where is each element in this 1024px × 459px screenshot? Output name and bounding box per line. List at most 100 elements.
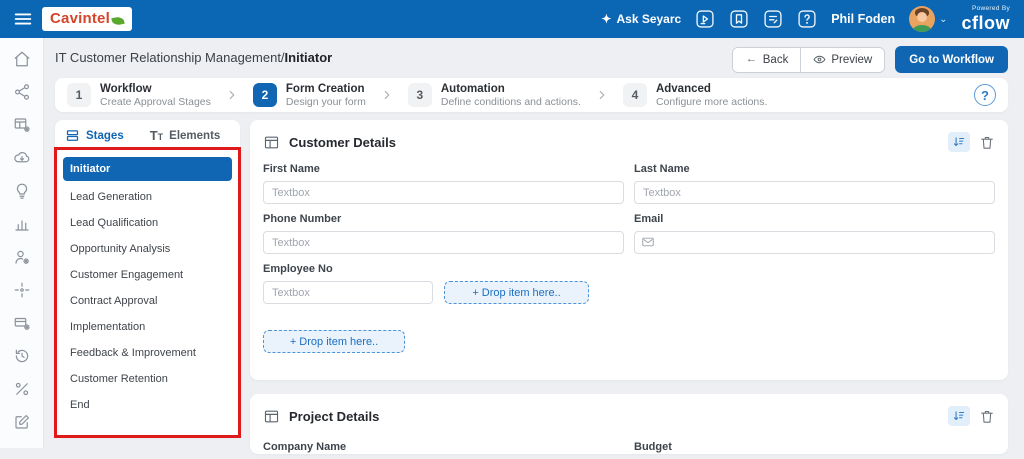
stages-icon — [66, 130, 79, 141]
video-tutorial-icon[interactable] — [695, 9, 715, 29]
step-3-title: Automation — [440, 82, 505, 95]
employee-no-label: Employee No — [263, 263, 333, 275]
user-menu[interactable]: ⌄ — [909, 6, 947, 32]
stage-item-initiator[interactable]: Initiator — [63, 157, 232, 181]
project-details-card: Project Details Company Name Budget — [250, 394, 1008, 454]
stepper-help-button[interactable]: ? — [974, 84, 996, 106]
chevron-right-icon — [599, 90, 605, 100]
step-1-subtitle: Create Approval Stages — [100, 95, 211, 108]
sort-icon — [953, 137, 965, 147]
stage-item-lead-generation[interactable]: Lead Generation — [63, 184, 232, 210]
section-window-icon — [264, 136, 279, 148]
back-label: Back — [762, 53, 789, 66]
delete-section-button[interactable] — [979, 134, 995, 151]
history-icon[interactable] — [13, 347, 31, 365]
step-advanced[interactable]: 4 Advanced Configure more actions. — [622, 82, 768, 109]
share-network-icon[interactable] — [13, 83, 31, 101]
step-automation[interactable]: 3 Automation Define conditions and actio… — [407, 82, 581, 109]
percent-icon[interactable] — [13, 380, 31, 398]
chevron-right-icon — [229, 90, 235, 100]
employee-no-input[interactable] — [263, 281, 433, 304]
avatar — [909, 6, 936, 32]
tab-elements[interactable]: TT Elements — [150, 128, 221, 143]
step-4-subtitle: Configure more actions. — [655, 95, 768, 108]
step-2-title: Form Creation — [285, 82, 365, 95]
analytics-chart-icon[interactable] — [13, 215, 31, 233]
delete-section-button[interactable] — [979, 408, 995, 425]
hamburger-menu-icon[interactable] — [12, 8, 34, 30]
brand-name: Cavintel — [50, 10, 110, 27]
sparkle-icon: ✦ — [601, 12, 612, 26]
home-icon[interactable] — [13, 50, 31, 68]
go-to-workflow-button[interactable]: Go to Workflow — [895, 46, 1008, 73]
ask-seyarc-button[interactable]: ✦ Ask Seyarc — [601, 12, 681, 26]
table-settings-icon[interactable] — [13, 116, 31, 134]
stage-item-opportunity-analysis[interactable]: Opportunity Analysis — [63, 236, 232, 262]
customer-details-title: Customer Details — [289, 134, 396, 150]
trash-icon — [981, 410, 993, 423]
brand-logo[interactable]: Cavintel — [42, 7, 132, 31]
step-4-title: Advanced — [655, 82, 711, 95]
cloud-download-icon[interactable] — [13, 149, 31, 167]
sort-fields-button[interactable] — [948, 132, 970, 152]
last-name-input[interactable] — [634, 181, 995, 204]
step-1-number[interactable]: 1 — [67, 83, 91, 107]
drop-zone[interactable]: + Drop item here.. — [444, 281, 589, 304]
budget-label: Budget — [634, 441, 672, 453]
cflow-logo: Powered By cflow — [961, 6, 1010, 32]
help-icon[interactable] — [797, 9, 817, 29]
workflow-stepper: 1 Workflow Create Approval Stages 2 Form… — [55, 78, 1008, 112]
step-4-number[interactable]: 4 — [622, 83, 647, 107]
back-arrow-icon: ← — [745, 53, 758, 65]
bookmark-icon[interactable] — [729, 9, 749, 29]
back-button[interactable]: ← Back — [732, 47, 801, 72]
stage-item-contract-approval[interactable]: Contract Approval — [63, 288, 232, 314]
phone-number-input[interactable] — [263, 231, 624, 254]
breadcrumb: IT Customer Relationship Management/Init… — [55, 50, 332, 65]
stage-list: Initiator Lead Generation Lead Qualifica… — [55, 147, 240, 418]
tab-stages-label: Stages — [86, 129, 124, 142]
drop-zone[interactable]: + Drop item here.. — [263, 330, 405, 353]
edit-icon[interactable] — [13, 413, 31, 431]
step-2-number[interactable]: 2 — [252, 83, 277, 107]
chevron-down-icon: ⌄ — [939, 13, 948, 25]
trash-icon — [981, 136, 993, 149]
stage-item-feedback-improvement[interactable]: Feedback & Improvement — [63, 340, 232, 366]
company-name-label: Company Name — [263, 441, 347, 453]
top-navigation-bar: Cavintel ✦ Ask Seyarc Phil Foden ⌄ Power… — [0, 0, 1024, 38]
stage-item-end[interactable]: End — [63, 392, 232, 418]
step-form-creation[interactable]: 2 Form Creation Design your form — [252, 82, 366, 109]
preview-button[interactable]: Preview — [800, 47, 885, 72]
step-workflow[interactable]: 1 Workflow Create Approval Stages — [67, 82, 211, 109]
email-input[interactable] — [634, 231, 995, 254]
user-settings-icon[interactable] — [13, 248, 31, 266]
customer-details-card: Customer Details First Name Last Name Ph… — [250, 120, 1008, 380]
stage-item-lead-qualification[interactable]: Lead Qualification — [63, 210, 232, 236]
text-format-icon: TT — [149, 128, 164, 143]
preview-label: Preview — [831, 53, 873, 66]
first-name-label: First Name — [263, 163, 320, 175]
section-window-icon — [264, 410, 279, 422]
tab-elements-label: Elements — [169, 129, 221, 142]
step-3-subtitle: Define conditions and actions. — [440, 95, 581, 108]
ask-seyarc-label: Ask Seyarc — [616, 12, 682, 26]
breadcrumb-path[interactable]: IT Customer Relationship Management/ — [55, 50, 285, 65]
sort-fields-button[interactable] — [948, 406, 970, 426]
sidebar-tabs: Stages TT Elements — [55, 120, 240, 147]
card-settings-icon[interactable] — [13, 314, 31, 332]
stage-item-implementation[interactable]: Implementation — [63, 314, 232, 340]
envelope-icon — [642, 237, 654, 247]
stage-item-customer-retention[interactable]: Customer Retention — [63, 366, 232, 392]
sort-icon — [953, 411, 965, 421]
leaf-icon — [111, 15, 125, 26]
focus-target-icon[interactable] — [13, 281, 31, 299]
last-name-label: Last Name — [634, 163, 690, 175]
stage-item-customer-engagement[interactable]: Customer Engagement — [63, 262, 232, 288]
stages-sidebar: Stages TT Elements Initiator Lead Genera… — [55, 120, 240, 437]
page-actions: ← Back Preview Go to Workflow — [731, 46, 1008, 73]
notes-icon[interactable] — [763, 9, 783, 29]
first-name-input[interactable] — [263, 181, 624, 204]
tab-stages[interactable]: Stages — [65, 128, 124, 143]
step-3-number[interactable]: 3 — [407, 83, 432, 107]
idea-bulb-icon[interactable] — [13, 182, 31, 200]
